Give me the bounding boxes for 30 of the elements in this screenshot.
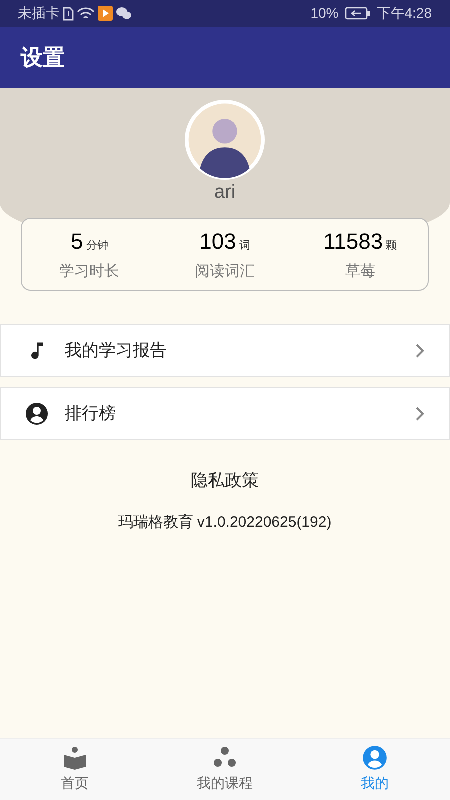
- page-title: 设置: [21, 44, 65, 72]
- stat-label: 阅读词汇: [194, 262, 255, 282]
- battery-text: 10%: [310, 4, 339, 23]
- menu-item[interactable]: 我的学习报告: [0, 324, 450, 377]
- username: ari: [214, 182, 236, 204]
- play-app-icon: [98, 6, 113, 21]
- battery-icon: [344, 7, 371, 20]
- book-icon: [62, 745, 88, 771]
- stat-value: 5: [71, 228, 84, 256]
- stat-label: 学习时长: [60, 262, 120, 282]
- chevron-right-icon: [415, 406, 425, 422]
- sim-icon: [63, 6, 74, 20]
- privacy-policy-link[interactable]: 隐私政策: [191, 468, 259, 494]
- menu-item[interactable]: 排行榜: [0, 387, 450, 440]
- stat-value: 11583: [324, 228, 384, 256]
- wifi-icon: [77, 6, 95, 20]
- person-icon: [25, 402, 49, 426]
- clock-text: 下午4:28: [376, 4, 432, 23]
- chat-app-icon: [116, 7, 132, 20]
- stat-unit: 颗: [386, 239, 398, 254]
- stat-value: 103: [200, 228, 236, 256]
- stat-unit: 分钟: [86, 239, 108, 254]
- nav-tab[interactable]: 首页: [0, 739, 150, 800]
- nav-tab[interactable]: 我的课程: [150, 739, 300, 800]
- stat-label: 草莓: [345, 262, 376, 282]
- stat-unit: 词: [239, 239, 250, 254]
- chevron-right-icon: [415, 342, 425, 358]
- person-icon: [362, 745, 388, 771]
- carrier-text: 未插卡: [18, 4, 60, 23]
- version-text: 玛瑞格教育 v1.0.20220625(192): [118, 512, 332, 532]
